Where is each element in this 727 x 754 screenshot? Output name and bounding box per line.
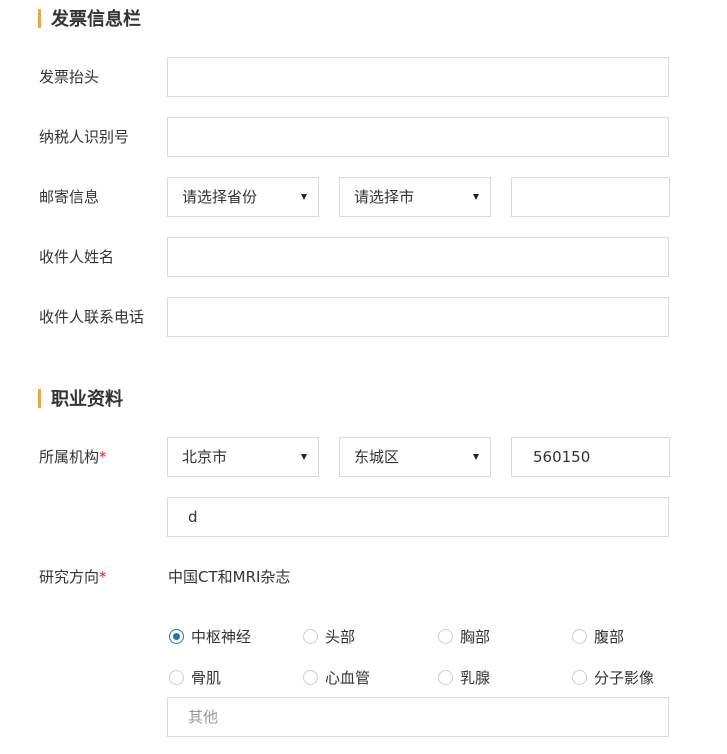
radio-option[interactable]: 乳腺: [438, 667, 490, 687]
radio-circle-icon: [438, 669, 453, 685]
recipient-phone-input[interactable]: [167, 297, 669, 337]
radio-option-label: 中枢神经: [191, 627, 252, 646]
radio-circle-icon: [572, 628, 587, 644]
radio-circle-icon: [169, 628, 184, 644]
radio-option-label: 腹部: [594, 627, 625, 646]
institution-name-input[interactable]: d: [167, 497, 669, 537]
mailing-province-value: 请选择省份: [182, 188, 258, 206]
radio-option-label: 分子影像: [594, 668, 655, 687]
mailing-province-select[interactable]: 请选择省份: [167, 177, 319, 217]
radio-circle-icon: [303, 669, 318, 685]
career-section-header: 职业资料: [38, 387, 123, 410]
institution-province-select[interactable]: 北京市: [167, 437, 319, 477]
chevron-down-icon: [301, 454, 307, 460]
radio-option[interactable]: 胸部: [438, 626, 490, 646]
radio-circle-icon: [572, 669, 587, 685]
taxpayer-id-input[interactable]: [167, 117, 669, 157]
radio-option-label: 骨肌: [191, 668, 222, 687]
recipient-name-label: 收件人姓名: [39, 248, 115, 266]
radio-option-label: 心血管: [325, 668, 371, 687]
mailing-address-input[interactable]: [511, 177, 670, 217]
radio-option-label: 胸部: [460, 627, 491, 646]
recipient-name-input[interactable]: [167, 237, 669, 277]
mailing-info-label: 邮寄信息: [39, 188, 100, 206]
institution-label: 所属机构*: [39, 447, 107, 467]
chevron-down-icon: [473, 194, 479, 200]
chevron-down-icon: [473, 454, 479, 460]
career-section-title: 职业资料: [51, 389, 123, 410]
research-direction-label-text: 研究方向: [39, 568, 100, 586]
postal-code-input[interactable]: 560150: [511, 437, 670, 477]
required-mark: *: [99, 448, 107, 466]
radio-option[interactable]: 心血管: [303, 667, 370, 687]
taxpayer-id-label: 纳税人识别号: [39, 128, 130, 146]
radio-circle-icon: [169, 669, 184, 685]
section-accent-bar: [38, 8, 41, 28]
recipient-phone-label: 收件人联系电话: [39, 308, 145, 326]
institution-district-select[interactable]: 东城区: [339, 437, 491, 477]
radio-circle-icon: [438, 628, 453, 644]
radio-option[interactable]: 腹部: [572, 626, 624, 646]
institution-label-text: 所属机构: [39, 448, 100, 466]
radio-option[interactable]: 头部: [303, 626, 355, 646]
mailing-city-value: 请选择市: [354, 188, 415, 206]
invoice-section-header: 发票信息栏: [38, 7, 141, 30]
radio-option[interactable]: 分子影像: [572, 667, 654, 687]
institution-province-value: 北京市: [182, 448, 228, 466]
invoice-title-label: 发票抬头: [39, 68, 100, 86]
institution-district-value: 东城区: [354, 448, 400, 466]
radio-option[interactable]: 中枢神经: [169, 626, 251, 646]
radio-option[interactable]: 骨肌: [169, 667, 221, 687]
research-direction-label: 研究方向*: [39, 567, 107, 587]
mailing-city-select[interactable]: 请选择市: [339, 177, 491, 217]
radio-option-label: 乳腺: [460, 668, 491, 687]
other-research-input[interactable]: 其他: [167, 697, 669, 737]
chevron-down-icon: [301, 194, 307, 200]
invoice-title-input[interactable]: [167, 57, 669, 97]
section-accent-bar: [38, 388, 41, 408]
form-page: 发票信息栏 发票抬头 纳税人识别号 邮寄信息 请选择省份 请选择市 收件人姓名 …: [0, 0, 727, 754]
journal-name: 中国CT和MRI杂志: [168, 568, 291, 586]
invoice-section-title: 发票信息栏: [51, 9, 141, 30]
required-mark: *: [99, 568, 107, 586]
radio-circle-icon: [303, 628, 318, 644]
radio-option-label: 头部: [325, 627, 356, 646]
